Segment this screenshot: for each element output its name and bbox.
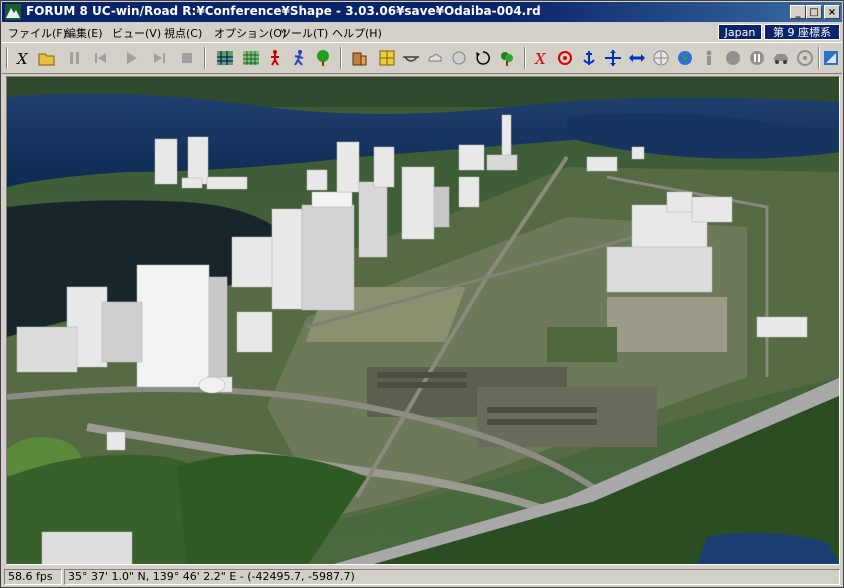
fps-readout: 58.6 fps xyxy=(4,569,62,585)
building-icon[interactable] xyxy=(348,47,370,69)
window-title: FORUM 8 UC-win/Road R:¥Conference¥Shape … xyxy=(26,4,541,18)
compass-icon[interactable] xyxy=(650,47,672,69)
menu-options[interactable]: オプション(O) xyxy=(214,25,286,41)
menu-help[interactable]: ヘルプ(H) xyxy=(332,25,382,41)
target-icon[interactable] xyxy=(554,47,576,69)
menu-view[interactable]: ビュー(V) xyxy=(112,25,161,41)
stop-icon[interactable] xyxy=(176,47,198,69)
close-button[interactable]: × xyxy=(824,5,840,19)
plant-icon[interactable] xyxy=(496,47,518,69)
step-forward-icon[interactable] xyxy=(148,47,170,69)
road-tool-icon[interactable]: X xyxy=(12,47,34,69)
menu-bar: ファイル(F) 編集(E) ビュー(V) 視点(C) オプション(O) ツール(… xyxy=(2,22,842,41)
arrow-left-right-icon[interactable] xyxy=(626,47,648,69)
grid-map-icon[interactable] xyxy=(240,47,262,69)
record-icon[interactable] xyxy=(722,47,744,69)
globe-icon[interactable] xyxy=(674,47,696,69)
move-cross-icon[interactable] xyxy=(602,47,624,69)
maximize-button[interactable]: □ xyxy=(806,5,822,19)
title-bar[interactable]: FORUM 8 UC-win/Road R:¥Conference¥Shape … xyxy=(2,2,842,22)
anchor-icon[interactable] xyxy=(578,47,600,69)
pause-round-icon[interactable] xyxy=(746,47,768,69)
region-badge[interactable]: Japan xyxy=(718,24,762,40)
toolbar-separator xyxy=(524,47,526,69)
bridge-icon[interactable] xyxy=(400,47,422,69)
pause-icon[interactable] xyxy=(64,47,86,69)
toolbar-separator xyxy=(204,47,206,69)
fog-icon[interactable] xyxy=(448,47,470,69)
menu-file[interactable]: ファイル(F) xyxy=(8,25,67,41)
status-bar: 58.6 fps 35° 37' 1.0" N, 139° 46' 2.2" E… xyxy=(2,567,842,587)
app-window: FORUM 8 UC-win/Road R:¥Conference¥Shape … xyxy=(0,0,844,588)
svg-text:X: X xyxy=(534,50,547,67)
expand-icon[interactable] xyxy=(820,47,842,69)
toolbar: X X xyxy=(2,42,842,74)
menu-tools[interactable]: ツール(T) xyxy=(280,25,328,41)
wheel-icon[interactable] xyxy=(794,47,816,69)
cloud-icon[interactable] xyxy=(424,47,446,69)
toolbar-separator xyxy=(6,47,8,69)
forum8-logo-icon xyxy=(5,4,21,20)
city-scene xyxy=(7,77,839,564)
menu-edit[interactable]: 編集(E) xyxy=(65,25,103,41)
svg-text:X: X xyxy=(16,50,29,67)
coordinate-readout: 35° 37' 1.0" N, 139° 46' 2.2" E - (-4249… xyxy=(64,569,840,585)
play-icon[interactable] xyxy=(120,47,142,69)
coord-system-badge[interactable]: 第 9 座標系 xyxy=(764,24,840,40)
tree-icon[interactable] xyxy=(312,47,334,69)
step-back-icon[interactable] xyxy=(90,47,112,69)
open-folder-icon[interactable] xyxy=(36,47,58,69)
road-active-icon[interactable]: X xyxy=(530,47,552,69)
person-walk-icon[interactable] xyxy=(264,47,286,69)
toolbar-separator xyxy=(340,47,342,69)
texture-icon[interactable] xyxy=(376,47,398,69)
terrain-map-icon[interactable] xyxy=(214,47,236,69)
car-icon[interactable] xyxy=(770,47,792,69)
minimize-button[interactable]: _ xyxy=(790,5,806,19)
rotate-icon[interactable] xyxy=(472,47,494,69)
menu-viewpoint[interactable]: 視点(C) xyxy=(164,25,202,41)
person-run-icon[interactable] xyxy=(288,47,310,69)
figure-icon[interactable] xyxy=(698,47,720,69)
3d-viewport[interactable] xyxy=(6,76,840,565)
